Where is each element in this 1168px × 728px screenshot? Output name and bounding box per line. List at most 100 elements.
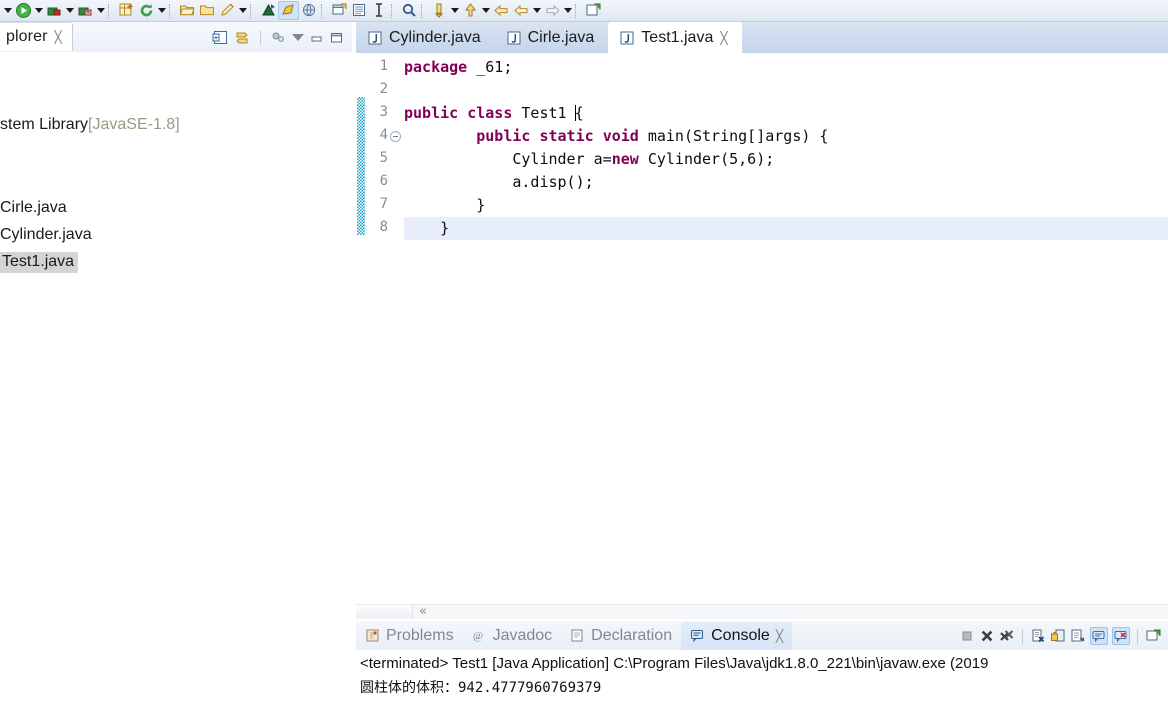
run-external-tools-button[interactable] [44,1,64,21]
maximize-icon[interactable] [329,30,344,45]
tab-declaration[interactable]: Declaration [561,622,681,650]
open-console-icon[interactable] [1145,628,1162,644]
back-button[interactable] [491,1,511,21]
line-number-5: 5 [379,150,388,166]
package-explorer-tab-label: plorer [6,28,48,45]
line-number-8: 8 [379,219,388,235]
debug-dropdown-arrow[interactable] [2,2,13,20]
open-resource-button[interactable] [197,1,217,21]
scrollbar-thumb[interactable] [356,605,413,618]
editor-horizontal-scrollbar[interactable]: « [356,604,1168,619]
package-explorer-tree[interactable]: stem Library [JavaSE-1.8] Cirle.java Cylin… [0,52,352,728]
declaration-icon [570,628,585,643]
console-program-output: 圆柱体的体积：942.4777960769379 [360,680,602,696]
run-button[interactable] [13,1,33,21]
tab-javadoc[interactable]: @ Javadoc [463,622,562,650]
close-icon[interactable]: ╳ [55,31,62,43]
scroll-lock-icon[interactable] [1050,628,1066,644]
bottom-tab-label: Javadoc [492,626,553,644]
toggle-mark-occurrences-button[interactable] [369,1,389,21]
console-toolbar-separator [1022,628,1023,644]
previous-annotation-button[interactable] [429,1,449,21]
bottom-tab-label: Console [711,626,770,644]
forward-button[interactable] [511,1,531,21]
editor-tab-cirle[interactable]: Cirle.java [495,22,609,53]
source-code-text[interactable]: package _61; public class Test1 { public … [404,53,1168,605]
tree-item-0[interactable]: stem Library [JavaSE-1.8] [0,114,180,136]
search-reference-button[interactable] [399,1,419,21]
view-menu-icon[interactable] [292,33,304,41]
close-icon[interactable]: ╳ [776,630,783,642]
close-icon[interactable]: ╳ [720,32,727,44]
svg-text:@: @ [473,630,483,642]
fold-collapse-icon[interactable] [390,131,401,142]
tree-item-1[interactable]: Cirle.java [0,197,67,219]
tab-problems[interactable]: Problems [356,622,463,650]
editor-area: Cylinder.java Cirle.java Test1.java ╳ 1 2 3 4 5… [356,22,1168,619]
separator-2 [169,3,175,18]
toggle-breadcrumb-button[interactable] [349,1,369,21]
nav-dropdown-arrow[interactable] [531,2,542,20]
console-output-area[interactable]: <terminated> Test1 [Java Application] C:… [356,650,1168,728]
eclipse-ide-window: plorer ╳ stem Library [JavaSE-1.8] Cirle… [0,0,1168,728]
line-number-1: 1 [379,58,388,74]
scroll-left-icon[interactable]: « [412,604,434,619]
tree-item-3[interactable]: Test1.java [0,251,79,273]
editor-tab-bar: Cylinder.java Cirle.java Test1.java ╳ [356,22,1168,54]
java-perspective-button[interactable] [278,1,299,20]
next-edit-location-button[interactable] [460,1,480,21]
debug-perspective-button[interactable] [258,1,278,21]
search-button[interactable] [299,1,319,21]
package-explorer-tab[interactable]: plorer ╳ [0,22,73,51]
show-console-on-stderr-icon[interactable] [1112,627,1130,645]
code-line-3: public class Test1 { [404,104,584,122]
separator-3 [250,3,256,18]
forward-gray-button[interactable] [542,1,562,21]
minimize-icon[interactable] [309,30,324,45]
run-config-dropdown-arrow[interactable] [95,2,106,20]
new-editor-button[interactable] [583,1,603,21]
word-wrap-icon[interactable] [1070,628,1086,644]
line-number-2: 2 [379,81,388,97]
refresh-button[interactable] [136,1,156,21]
clear-console-icon[interactable] [1030,628,1046,644]
run-configurations-button[interactable] [75,1,95,21]
bottom-tab-bar: Problems @ Javadoc Declaration Console ╳ [356,621,1168,651]
open-type-button[interactable] [177,1,197,21]
separator-6 [421,3,427,18]
terminate-icon[interactable] [959,628,975,644]
console-icon [690,628,705,643]
next-edit-dropdown-arrow[interactable] [480,2,491,20]
next-annotation-dropdown-arrow[interactable] [449,2,460,20]
separator-5 [391,3,397,18]
tree-item-suffix: [JavaSE-1.8] [88,116,180,133]
link-with-editor-icon[interactable] [234,29,251,46]
package-explorer-toolbar [212,25,344,49]
refresh-dropdown-arrow[interactable] [156,2,167,20]
run-dropdown-arrow[interactable] [33,2,44,20]
remove-launch-icon[interactable] [979,628,995,644]
new-java-package-button[interactable] [116,1,136,21]
code-line-6: a.disp(); [404,173,594,191]
remove-all-terminated-icon[interactable] [999,628,1015,644]
tree-item-2[interactable]: Cylinder.java [0,224,92,246]
new-window-button[interactable] [329,1,349,21]
bottom-tab-label: Declaration [591,626,673,644]
tab-console[interactable]: Console ╳ [681,621,793,650]
open-task-button[interactable] [217,1,237,21]
editor-tab-label: Test1.java [641,28,714,46]
forward-dropdown-arrow[interactable] [562,2,573,20]
show-console-on-stdout-icon[interactable] [1090,627,1108,645]
tree-item-label: Cylinder.java [0,226,92,243]
editor-canvas[interactable]: 1 2 3 4 5 6 7 8 package _61; public class Test1 … [356,53,1168,605]
editor-tab-test1[interactable]: Test1.java ╳ [608,22,742,53]
run-external-dropdown-arrow[interactable] [64,2,75,20]
focus-task-icon[interactable] [270,29,287,46]
separator-4 [321,3,327,18]
collapse-all-icon[interactable] [212,29,229,46]
task-dropdown-arrow[interactable] [237,2,248,20]
code-line-8: } [404,219,450,237]
editor-tab-label: Cirle.java [527,28,595,46]
editor-tab-cylinder[interactable]: Cylinder.java [356,22,495,53]
package-explorer-view: plorer ╳ stem Library [JavaSE-1.8] Cirle… [0,22,352,728]
